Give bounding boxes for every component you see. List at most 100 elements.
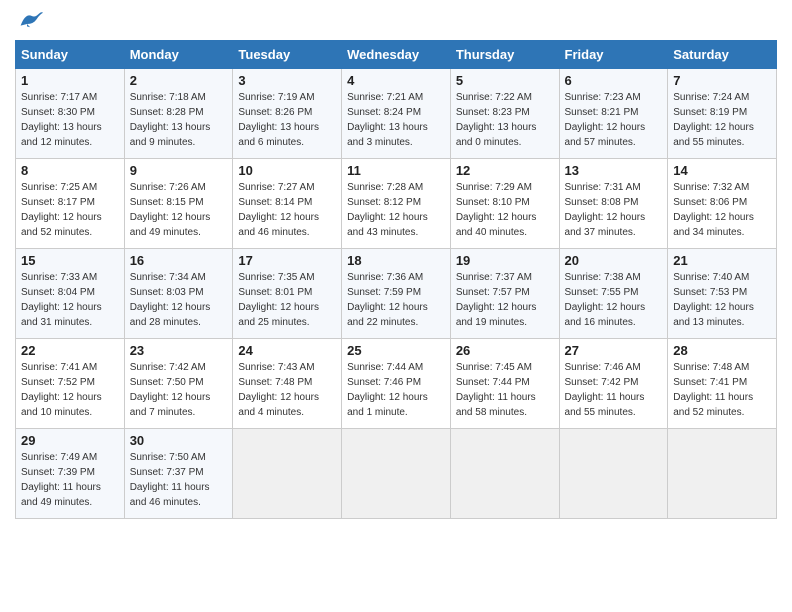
day-number: 17 (238, 253, 336, 268)
day-cell: 25 Sunrise: 7:44 AMSunset: 7:46 PMDayligh… (342, 339, 451, 429)
day-info: Sunrise: 7:43 AMSunset: 7:48 PMDaylight:… (238, 360, 336, 420)
day-info: Sunrise: 7:27 AMSunset: 8:14 PMDaylight:… (238, 180, 336, 240)
day-cell: 16Sunrise: 7:34 AMSunset: 8:03 PMDayligh… (124, 249, 233, 339)
day-number: 20 (565, 253, 663, 268)
day-number: 27 (565, 343, 663, 358)
day-info: Sunrise: 7:36 AMSunset: 7:59 PMDaylight:… (347, 270, 445, 330)
week-row-0: 1Sunrise: 7:17 AMSunset: 8:30 PMDaylight… (16, 69, 777, 159)
day-number: 5 (456, 73, 554, 88)
day-number: 26 (456, 343, 554, 358)
day-info: Sunrise: 7:44 AMSunset: 7:46 PMDaylight:… (347, 360, 445, 420)
day-cell: 17 Sunrise: 7:35 AMSunset: 8:01 PMDayligh… (233, 249, 342, 339)
week-row-4: 29 Sunrise: 7:49 AMSunset: 7:39 PMDayligh… (16, 429, 777, 519)
day-cell: 30 Sunrise: 7:50 AMSunset: 7:37 PMDayligh… (124, 429, 233, 519)
day-cell (668, 429, 777, 519)
day-info: Sunrise: 7:37 AMSunset: 7:57 PMDaylight:… (456, 270, 554, 330)
day-info: Sunrise: 7:18 AMSunset: 8:28 PMDaylight:… (130, 90, 228, 150)
header (15, 10, 777, 30)
day-info: Sunrise: 7:33 AMSunset: 8:04 PMDaylight:… (21, 270, 119, 330)
day-number: 15 (21, 253, 119, 268)
day-cell: 21 Sunrise: 7:40 AMSunset: 7:53 PMDayligh… (668, 249, 777, 339)
day-cell (450, 429, 559, 519)
day-cell: 5 Sunrise: 7:22 AMSunset: 8:23 PMDaylight… (450, 69, 559, 159)
day-info: Sunrise: 7:22 AMSunset: 8:23 PMDaylight:… (456, 90, 554, 150)
day-cell: 29 Sunrise: 7:49 AMSunset: 7:39 PMDayligh… (16, 429, 125, 519)
day-number: 8 (21, 163, 119, 178)
day-cell: 1Sunrise: 7:17 AMSunset: 8:30 PMDaylight… (16, 69, 125, 159)
day-number: 3 (238, 73, 336, 88)
day-number: 6 (565, 73, 663, 88)
day-cell: 11 Sunrise: 7:28 AMSunset: 8:12 PMDayligh… (342, 159, 451, 249)
day-cell: 19Sunrise: 7:37 AMSunset: 7:57 PMDayligh… (450, 249, 559, 339)
day-cell (559, 429, 668, 519)
day-cell: 15 Sunrise: 7:33 AMSunset: 8:04 PMDayligh… (16, 249, 125, 339)
day-cell: 14 Sunrise: 7:32 AMSunset: 8:06 PMDayligh… (668, 159, 777, 249)
day-info: Sunrise: 7:31 AMSunset: 8:08 PMDaylight:… (565, 180, 663, 240)
day-info: Sunrise: 7:17 AMSunset: 8:30 PMDaylight:… (21, 90, 119, 150)
day-cell: 10 Sunrise: 7:27 AMSunset: 8:14 PMDayligh… (233, 159, 342, 249)
day-info: Sunrise: 7:41 AMSunset: 7:52 PMDaylight:… (21, 360, 119, 420)
day-info: Sunrise: 7:34 AMSunset: 8:03 PMDaylight:… (130, 270, 228, 330)
day-info: Sunrise: 7:26 AMSunset: 8:15 PMDaylight:… (130, 180, 228, 240)
day-cell: 22 Sunrise: 7:41 AMSunset: 7:52 PMDayligh… (16, 339, 125, 429)
day-cell (233, 429, 342, 519)
day-number: 11 (347, 163, 445, 178)
day-number: 21 (673, 253, 771, 268)
day-cell: 6Sunrise: 7:23 AMSunset: 8:21 PMDaylight… (559, 69, 668, 159)
day-cell: 13 Sunrise: 7:31 AMSunset: 8:08 PMDayligh… (559, 159, 668, 249)
day-cell: 7 Sunrise: 7:24 AMSunset: 8:19 PMDaylight… (668, 69, 777, 159)
col-saturday: Saturday (668, 41, 777, 69)
day-cell: 26 Sunrise: 7:45 AMSunset: 7:44 PMDayligh… (450, 339, 559, 429)
day-info: Sunrise: 7:29 AMSunset: 8:10 PMDaylight:… (456, 180, 554, 240)
day-info: Sunrise: 7:46 AMSunset: 7:42 PMDaylight:… (565, 360, 663, 420)
col-friday: Friday (559, 41, 668, 69)
day-number: 22 (21, 343, 119, 358)
day-info: Sunrise: 7:42 AMSunset: 7:50 PMDaylight:… (130, 360, 228, 420)
day-info: Sunrise: 7:24 AMSunset: 8:19 PMDaylight:… (673, 90, 771, 150)
day-number: 28 (673, 343, 771, 358)
day-cell (342, 429, 451, 519)
day-cell: 12Sunrise: 7:29 AMSunset: 8:10 PMDayligh… (450, 159, 559, 249)
day-cell: 28Sunrise: 7:48 AMSunset: 7:41 PMDayligh… (668, 339, 777, 429)
day-info: Sunrise: 7:45 AMSunset: 7:44 PMDaylight:… (456, 360, 554, 420)
day-number: 25 (347, 343, 445, 358)
logo-bird-icon (19, 10, 43, 30)
day-number: 30 (130, 433, 228, 448)
day-cell: 18 Sunrise: 7:36 AMSunset: 7:59 PMDayligh… (342, 249, 451, 339)
day-cell: 27 Sunrise: 7:46 AMSunset: 7:42 PMDayligh… (559, 339, 668, 429)
day-number: 10 (238, 163, 336, 178)
logo (15, 10, 45, 30)
day-info: Sunrise: 7:32 AMSunset: 8:06 PMDaylight:… (673, 180, 771, 240)
day-info: Sunrise: 7:38 AMSunset: 7:55 PMDaylight:… (565, 270, 663, 330)
day-cell: 8Sunrise: 7:25 AMSunset: 8:17 PMDaylight… (16, 159, 125, 249)
day-info: Sunrise: 7:40 AMSunset: 7:53 PMDaylight:… (673, 270, 771, 330)
day-number: 23 (130, 343, 228, 358)
day-info: Sunrise: 7:21 AMSunset: 8:24 PMDaylight:… (347, 90, 445, 150)
week-row-1: 8Sunrise: 7:25 AMSunset: 8:17 PMDaylight… (16, 159, 777, 249)
col-sunday: Sunday (16, 41, 125, 69)
col-wednesday: Wednesday (342, 41, 451, 69)
day-cell: 9 Sunrise: 7:26 AMSunset: 8:15 PMDaylight… (124, 159, 233, 249)
day-cell: 23 Sunrise: 7:42 AMSunset: 7:50 PMDayligh… (124, 339, 233, 429)
day-number: 9 (130, 163, 228, 178)
day-cell: 2Sunrise: 7:18 AMSunset: 8:28 PMDaylight… (124, 69, 233, 159)
day-number: 7 (673, 73, 771, 88)
day-number: 13 (565, 163, 663, 178)
week-row-2: 15 Sunrise: 7:33 AMSunset: 8:04 PMDayligh… (16, 249, 777, 339)
day-info: Sunrise: 7:50 AMSunset: 7:37 PMDaylight:… (130, 450, 228, 510)
column-headers: SundayMondayTuesdayWednesdayThursdayFrid… (16, 41, 777, 69)
day-cell: 3 Sunrise: 7:19 AMSunset: 8:26 PMDaylight… (233, 69, 342, 159)
day-info: Sunrise: 7:28 AMSunset: 8:12 PMDaylight:… (347, 180, 445, 240)
day-cell: 4 Sunrise: 7:21 AMSunset: 8:24 PMDaylight… (342, 69, 451, 159)
day-number: 4 (347, 73, 445, 88)
calendar-table: SundayMondayTuesdayWednesdayThursdayFrid… (15, 40, 777, 519)
day-number: 18 (347, 253, 445, 268)
day-info: Sunrise: 7:35 AMSunset: 8:01 PMDaylight:… (238, 270, 336, 330)
day-info: Sunrise: 7:19 AMSunset: 8:26 PMDaylight:… (238, 90, 336, 150)
day-number: 14 (673, 163, 771, 178)
col-monday: Monday (124, 41, 233, 69)
day-info: Sunrise: 7:49 AMSunset: 7:39 PMDaylight:… (21, 450, 119, 510)
day-number: 29 (21, 433, 119, 448)
week-row-3: 22 Sunrise: 7:41 AMSunset: 7:52 PMDayligh… (16, 339, 777, 429)
day-number: 24 (238, 343, 336, 358)
